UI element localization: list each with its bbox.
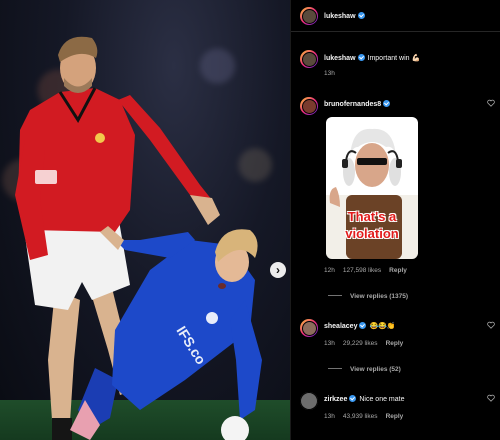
comment-username[interactable]: brunofernandes8	[324, 101, 381, 108]
comment-likes[interactable]: 43,939 likes	[343, 413, 378, 420]
verified-badge-icon	[359, 322, 367, 329]
like-heart-icon[interactable]	[487, 394, 495, 402]
comment-time: 12h	[324, 267, 335, 274]
like-heart-icon[interactable]	[487, 99, 495, 107]
comment-text: 😂😂👏	[369, 323, 396, 330]
replies-divider-line	[328, 295, 342, 296]
reply-button[interactable]: Reply	[386, 340, 404, 347]
author-username[interactable]: lukeshaw	[324, 12, 365, 20]
comment-username[interactable]: zirkzee	[324, 396, 347, 403]
next-media-button[interactable]: ›	[270, 262, 286, 278]
verified-badge-icon	[357, 12, 365, 19]
post-image: IFS.co ›	[0, 0, 290, 440]
comment-body: brunofernandes8	[324, 100, 391, 108]
comment-time: 13h	[324, 413, 335, 420]
post-header: lukeshaw	[291, 0, 500, 32]
comment-likes[interactable]: 29,229 likes	[343, 340, 378, 347]
replies-divider-line	[328, 368, 342, 369]
comment-username[interactable]: lukeshaw	[324, 55, 356, 62]
reply-button[interactable]: Reply	[389, 267, 407, 274]
comment-sticker-gif[interactable]: That's a violation	[326, 117, 418, 259]
verified-badge-icon	[357, 54, 365, 61]
comment-text: Important win 💪🏻	[367, 55, 421, 62]
view-replies-button[interactable]: View replies (52)	[328, 366, 401, 373]
comments-panel: lukeshaw lukeshaw Important win 💪🏻 13h br…	[290, 0, 500, 440]
author-avatar[interactable]	[300, 7, 318, 25]
author-username-text[interactable]: lukeshaw	[324, 13, 356, 20]
comment-meta: 13h 29,229 likes Reply	[324, 340, 411, 347]
reply-button[interactable]: Reply	[386, 413, 404, 420]
comment-text: Nice one mate	[359, 396, 405, 403]
comment-username[interactable]: shealacey	[324, 323, 357, 330]
view-replies-label[interactable]: View replies (1375)	[350, 293, 408, 300]
comment-body: zirkzee Nice one mate	[324, 395, 405, 403]
commenter-avatar[interactable]	[300, 319, 318, 337]
comment-meta: 13h 43,939 likes Reply	[324, 413, 411, 420]
like-heart-icon[interactable]	[487, 321, 495, 329]
comment-likes[interactable]: 127,598 likes	[343, 267, 381, 274]
verified-badge-icon	[349, 395, 357, 402]
commenter-avatar[interactable]	[300, 97, 318, 115]
commenter-avatar[interactable]	[300, 50, 318, 68]
verified-badge-icon	[383, 100, 391, 107]
comment-meta: 12h 127,598 likes Reply	[324, 267, 415, 274]
comment-time: 13h	[324, 70, 335, 77]
view-replies-button[interactable]: View replies (1375)	[328, 293, 408, 300]
commenter-avatar[interactable]	[300, 392, 318, 410]
sticker-caption-line2: violation	[345, 226, 399, 241]
view-replies-label[interactable]: View replies (52)	[350, 366, 401, 373]
comment-body: shealacey 😂😂👏	[324, 322, 396, 330]
football	[221, 416, 249, 440]
comment-meta: 13h	[324, 70, 343, 77]
players-illustration: IFS.co	[15, 36, 262, 440]
sticker-caption-line1: That's a	[347, 209, 397, 224]
comment-body: lukeshaw Important win 💪🏻	[324, 54, 420, 62]
comment-time: 13h	[324, 340, 335, 347]
